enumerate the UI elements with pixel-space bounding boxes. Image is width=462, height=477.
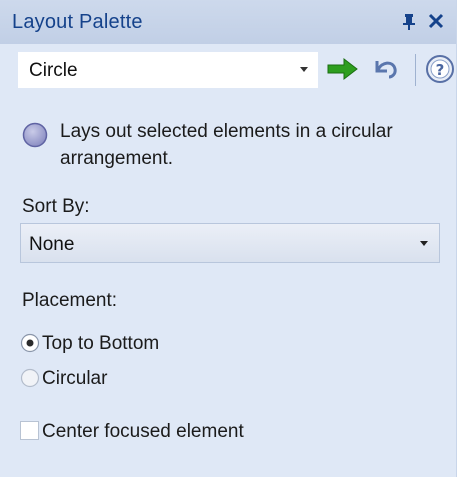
radio-label-circular: Circular bbox=[42, 368, 108, 389]
svg-text:?: ? bbox=[436, 61, 445, 79]
layout-description: Lays out selected elements in a circular… bbox=[60, 121, 393, 169]
toolbar: Circle ? bbox=[0, 44, 456, 98]
layout-type-dropdown[interactable]: Circle bbox=[18, 52, 318, 88]
chevron-down-icon[interactable] bbox=[417, 236, 431, 250]
radio-unselected-icon[interactable] bbox=[20, 368, 40, 388]
undo-icon[interactable] bbox=[371, 55, 401, 83]
green-arrow-right-icon[interactable] bbox=[326, 56, 360, 82]
panel-title: Layout Palette bbox=[12, 11, 143, 33]
circle-layout-icon bbox=[22, 122, 48, 148]
radio-label-top-to-bottom: Top to Bottom bbox=[42, 333, 160, 354]
placement-label: Placement: bbox=[22, 290, 118, 311]
pin-icon[interactable] bbox=[401, 13, 417, 31]
help-icon[interactable]: ? bbox=[425, 53, 455, 85]
radio-selected-icon[interactable] bbox=[20, 333, 40, 353]
layout-palette-panel: Layout Palette Circle ? Lays out selecte… bbox=[0, 0, 457, 477]
center-focused-label: Center focused element bbox=[42, 421, 244, 442]
close-icon[interactable] bbox=[427, 12, 445, 30]
center-focused-checkbox[interactable] bbox=[20, 421, 39, 440]
sort-by-label: Sort By: bbox=[22, 196, 90, 217]
layout-type-value: Circle bbox=[29, 60, 78, 81]
sort-by-value: None bbox=[29, 234, 75, 255]
title-bar: Layout Palette bbox=[0, 0, 456, 45]
toolbar-separator bbox=[415, 54, 416, 86]
chevron-down-icon[interactable] bbox=[295, 59, 313, 79]
sort-by-dropdown[interactable]: None bbox=[20, 223, 440, 263]
